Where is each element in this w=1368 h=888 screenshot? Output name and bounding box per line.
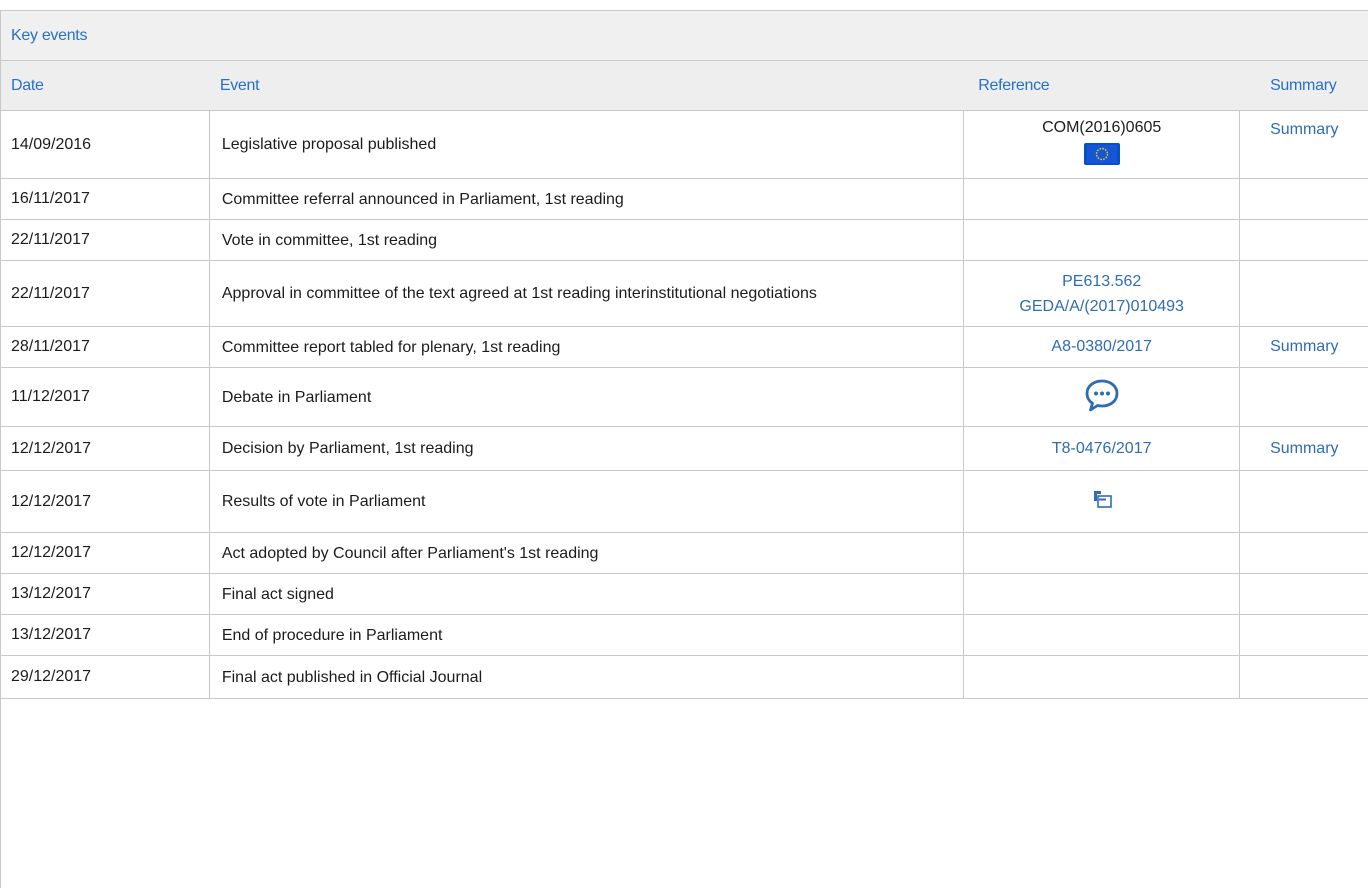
- event-date: 11/12/2017: [1, 368, 210, 426]
- reference-link[interactable]: A8-0380/2017: [1051, 338, 1152, 356]
- table-row: 22/11/2017 Approval in committee of the …: [1, 261, 1368, 327]
- table-row: 16/11/2017 Committee referral announced …: [1, 179, 1368, 220]
- reference-cell: COM(2016)0605: [964, 111, 1241, 178]
- reference-link-secondary[interactable]: GEDA/A/(2017)010493: [1019, 294, 1184, 319]
- table-row: 11/12/2017 Debate in Parliament: [1, 368, 1368, 427]
- event-date: 14/09/2016: [1, 111, 210, 178]
- summary-cell: [1240, 574, 1368, 614]
- event-date: 13/12/2017: [1, 574, 210, 614]
- summary-cell: [1240, 615, 1368, 655]
- reference-cell: A8-0380/2017: [964, 327, 1241, 367]
- event-date: 16/11/2017: [1, 179, 210, 219]
- summary-cell: [1240, 261, 1368, 326]
- table-row: 14/09/2016 Legislative proposal publishe…: [1, 111, 1368, 179]
- event-description: Committee referral announced in Parliame…: [210, 179, 965, 219]
- event-description: Committee report tabled for plenary, 1st…: [210, 327, 965, 367]
- summary-link[interactable]: Summary: [1270, 121, 1338, 139]
- event-description: End of procedure in Parliament: [210, 615, 965, 655]
- table-header: Date Event Reference Summary: [1, 61, 1368, 111]
- summary-cell: Summary: [1240, 327, 1368, 367]
- vote-ballot-icon[interactable]: [1091, 488, 1113, 515]
- column-header-summary[interactable]: Summary: [1240, 61, 1368, 110]
- table-row: 28/11/2017 Committee report tabled for p…: [1, 327, 1368, 368]
- reference-cell: T8-0476/2017: [964, 427, 1241, 470]
- event-date: 12/12/2017: [1, 471, 210, 532]
- event-description: Decision by Parliament, 1st reading: [210, 427, 965, 470]
- table-row: 12/12/2017 Decision by Parliament, 1st r…: [1, 427, 1368, 471]
- summary-cell: [1240, 368, 1368, 426]
- event-description: Act adopted by Council after Parliament'…: [210, 533, 965, 573]
- table-row: 29/12/2017 Final act published in Offici…: [1, 656, 1368, 699]
- reference-cell: [964, 220, 1241, 260]
- event-date: 12/12/2017: [1, 427, 210, 470]
- event-description: Approval in committee of the text agreed…: [210, 261, 965, 326]
- reference-cell: [964, 368, 1241, 426]
- summary-link[interactable]: Summary: [1270, 440, 1338, 458]
- event-description: Legislative proposal published: [210, 111, 965, 178]
- reference-link[interactable]: PE613.562: [1062, 269, 1141, 294]
- reference-cell: PE613.562 GEDA/A/(2017)010493: [964, 261, 1241, 326]
- reference-cell: [964, 615, 1241, 655]
- reference-cell: [964, 574, 1241, 614]
- event-date: 28/11/2017: [1, 327, 210, 367]
- table-footer-space: [1, 699, 1368, 739]
- reference-cell: [964, 656, 1241, 698]
- table-row: 12/12/2017 Results of vote in Parliament: [1, 471, 1368, 533]
- table-row: 22/11/2017 Vote in committee, 1st readin…: [1, 220, 1368, 261]
- reference-cell: [964, 179, 1241, 219]
- event-date: 22/11/2017: [1, 220, 210, 260]
- summary-link[interactable]: Summary: [1270, 338, 1338, 356]
- section-title: Key events: [1, 11, 1368, 61]
- eu-flag-icon[interactable]: [1083, 143, 1120, 170]
- summary-cell: [1240, 533, 1368, 573]
- event-date: 12/12/2017: [1, 533, 210, 573]
- key-events-panel: Key events Date Event Reference Summary …: [0, 10, 1368, 888]
- column-header-reference[interactable]: Reference: [964, 61, 1240, 110]
- table-row: 13/12/2017 Final act signed: [1, 574, 1368, 615]
- summary-cell: [1240, 179, 1368, 219]
- event-date: 22/11/2017: [1, 261, 210, 326]
- table-row: 13/12/2017 End of procedure in Parliamen…: [1, 615, 1368, 656]
- event-description: Vote in committee, 1st reading: [210, 220, 965, 260]
- event-description: Final act signed: [210, 574, 965, 614]
- reference-text: COM(2016)0605: [1042, 119, 1162, 136]
- event-date: 13/12/2017: [1, 615, 210, 655]
- column-header-event[interactable]: Event: [210, 61, 964, 110]
- reference-cell: [964, 471, 1241, 532]
- summary-cell: [1240, 220, 1368, 260]
- reference-cell: [964, 533, 1241, 573]
- summary-cell: Summary: [1240, 427, 1368, 470]
- event-description: Results of vote in Parliament: [210, 471, 965, 532]
- event-description: Final act published in Official Journal: [210, 656, 965, 698]
- events-table: 14/09/2016 Legislative proposal publishe…: [1, 111, 1368, 699]
- table-row: 12/12/2017 Act adopted by Council after …: [1, 533, 1368, 574]
- summary-cell: [1240, 471, 1368, 532]
- summary-cell: [1240, 656, 1368, 698]
- summary-cell: Summary: [1240, 111, 1368, 178]
- event-date: 29/12/2017: [1, 656, 210, 698]
- speech-bubble-icon[interactable]: [1084, 377, 1120, 418]
- column-header-date[interactable]: Date: [1, 61, 210, 110]
- reference-link[interactable]: T8-0476/2017: [1052, 440, 1152, 458]
- event-description: Debate in Parliament: [210, 368, 965, 426]
